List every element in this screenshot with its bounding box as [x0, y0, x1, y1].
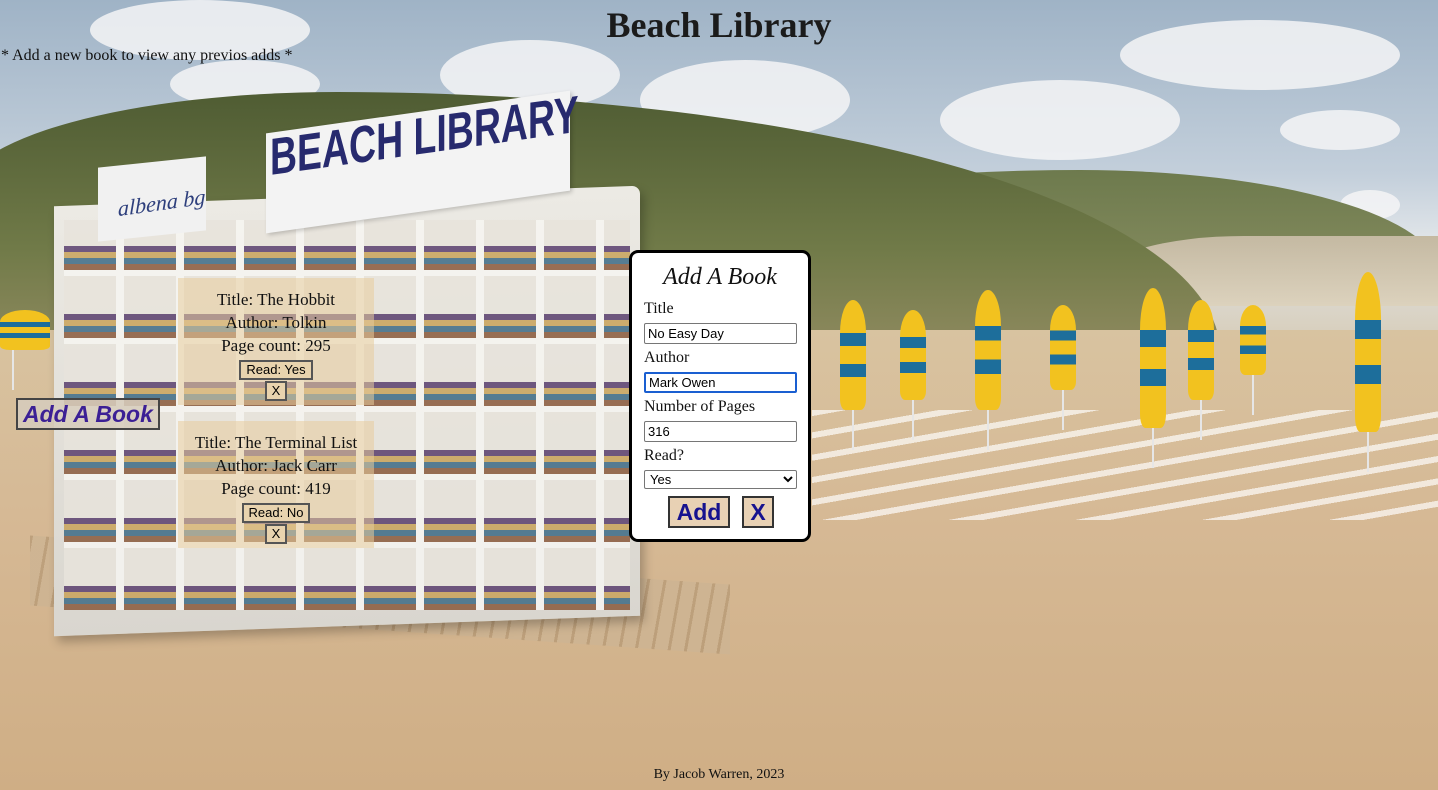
footer-credit: By Jacob Warren, 2023 [653, 767, 785, 782]
read-toggle-button[interactable]: Read: Yes [239, 360, 313, 380]
book-title: Title: The Terminal List [194, 433, 358, 452]
read-toggle-button[interactable]: Read: No [241, 503, 311, 523]
book-card: Title: The Terminal List Author: Jack Ca… [178, 421, 374, 548]
title-input[interactable] [644, 323, 797, 344]
pages-label: Number of Pages [644, 398, 756, 415]
page-title: Beach Library [606, 5, 832, 45]
umbrella [900, 310, 926, 440]
read-select[interactable]: Yes [644, 470, 797, 489]
hint-text: * Add a new book to view any previos add… [1, 47, 293, 64]
umbrella [975, 290, 1001, 450]
book-page-count: Page count: 419 [221, 479, 331, 498]
add-button[interactable]: Add [668, 496, 730, 528]
add-book-dialog: Add A Book Title Author Number of Pages … [629, 250, 811, 542]
remove-book-button[interactable]: X [264, 381, 288, 401]
read-label: Read? [644, 447, 684, 464]
close-dialog-button[interactable]: X [742, 496, 774, 528]
cloud [940, 80, 1180, 160]
book-author: Author: Jack Carr [215, 456, 337, 475]
book-title: Title: The Hobbit [216, 290, 336, 309]
umbrella [1188, 300, 1214, 440]
open-add-book-button[interactable]: Add A Book [16, 398, 160, 430]
sun-loungers [812, 410, 1438, 520]
umbrella [1355, 272, 1381, 472]
dialog-heading: Add A Book [663, 264, 777, 290]
remove-book-button[interactable]: X [264, 524, 288, 544]
umbrella [1050, 305, 1076, 430]
book-author: Author: Tolkin [225, 313, 327, 332]
umbrella [1140, 288, 1166, 468]
umbrella [1240, 305, 1266, 415]
author-input[interactable] [644, 372, 797, 393]
umbrella [840, 300, 866, 450]
author-label: Author [644, 349, 690, 366]
umbrella [0, 310, 50, 390]
book-card: Title: The Hobbit Author: Tolkin Page co… [178, 278, 374, 405]
book-page-count: Page count: 295 [221, 336, 331, 355]
cloud [1280, 110, 1400, 150]
pages-input[interactable] [644, 421, 797, 442]
title-label: Title [644, 300, 674, 317]
